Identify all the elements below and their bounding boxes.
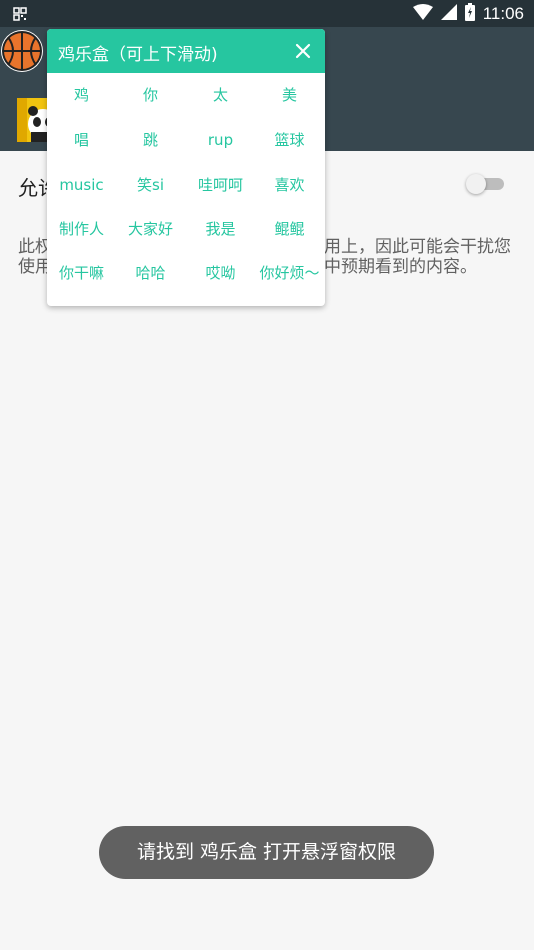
panel-header: 鸡乐盒（可上下滑动)	[47, 29, 325, 73]
sound-button[interactable]: 太	[186, 75, 255, 115]
floating-panel: 鸡乐盒（可上下滑动) 鸡 你 太 美 唱 跳 rup 篮球 music 笑si …	[47, 29, 325, 306]
sound-button[interactable]: 制作人	[47, 209, 116, 249]
panel-title: 鸡乐盒（可上下滑动)	[58, 45, 218, 65]
sound-button[interactable]: 跳	[116, 120, 185, 160]
permission-toggle[interactable]	[466, 174, 504, 194]
sound-button[interactable]: 笑si	[116, 165, 185, 205]
sound-button[interactable]: rup	[186, 120, 255, 160]
sound-button[interactable]: 你干嘛	[47, 253, 116, 293]
toast-message: 请找到 鸡乐盒 打开悬浮窗权限	[99, 826, 434, 879]
notification-icon	[13, 6, 27, 21]
wifi-icon	[412, 3, 433, 24]
sound-button[interactable]: 哇呵呵	[186, 165, 255, 205]
sound-button[interactable]: music	[47, 165, 116, 205]
sound-button[interactable]: 你	[116, 75, 185, 115]
status-bar: 11:06	[0, 0, 534, 27]
basketball-icon[interactable]	[0, 29, 44, 73]
sound-button[interactable]: 我是	[186, 209, 255, 249]
status-time: 11:06	[482, 3, 524, 23]
signal-icon	[440, 3, 457, 24]
sound-button[interactable]: 哈哈	[116, 253, 185, 293]
sound-button[interactable]: 喜欢	[255, 165, 324, 205]
sound-button[interactable]: 鸡	[47, 75, 116, 115]
sound-button[interactable]: 鲲鲲	[255, 209, 324, 249]
close-icon[interactable]	[291, 39, 315, 63]
sound-button[interactable]: 大家好	[116, 209, 185, 249]
sound-button[interactable]: 美	[255, 75, 324, 115]
toggle-thumb	[466, 174, 486, 194]
sound-button[interactable]: 唱	[47, 120, 116, 160]
sound-button[interactable]: 篮球	[255, 120, 324, 160]
sound-button[interactable]: 哎呦	[186, 253, 255, 293]
battery-icon	[464, 2, 475, 25]
sound-button[interactable]: 你好烦～	[255, 253, 324, 293]
